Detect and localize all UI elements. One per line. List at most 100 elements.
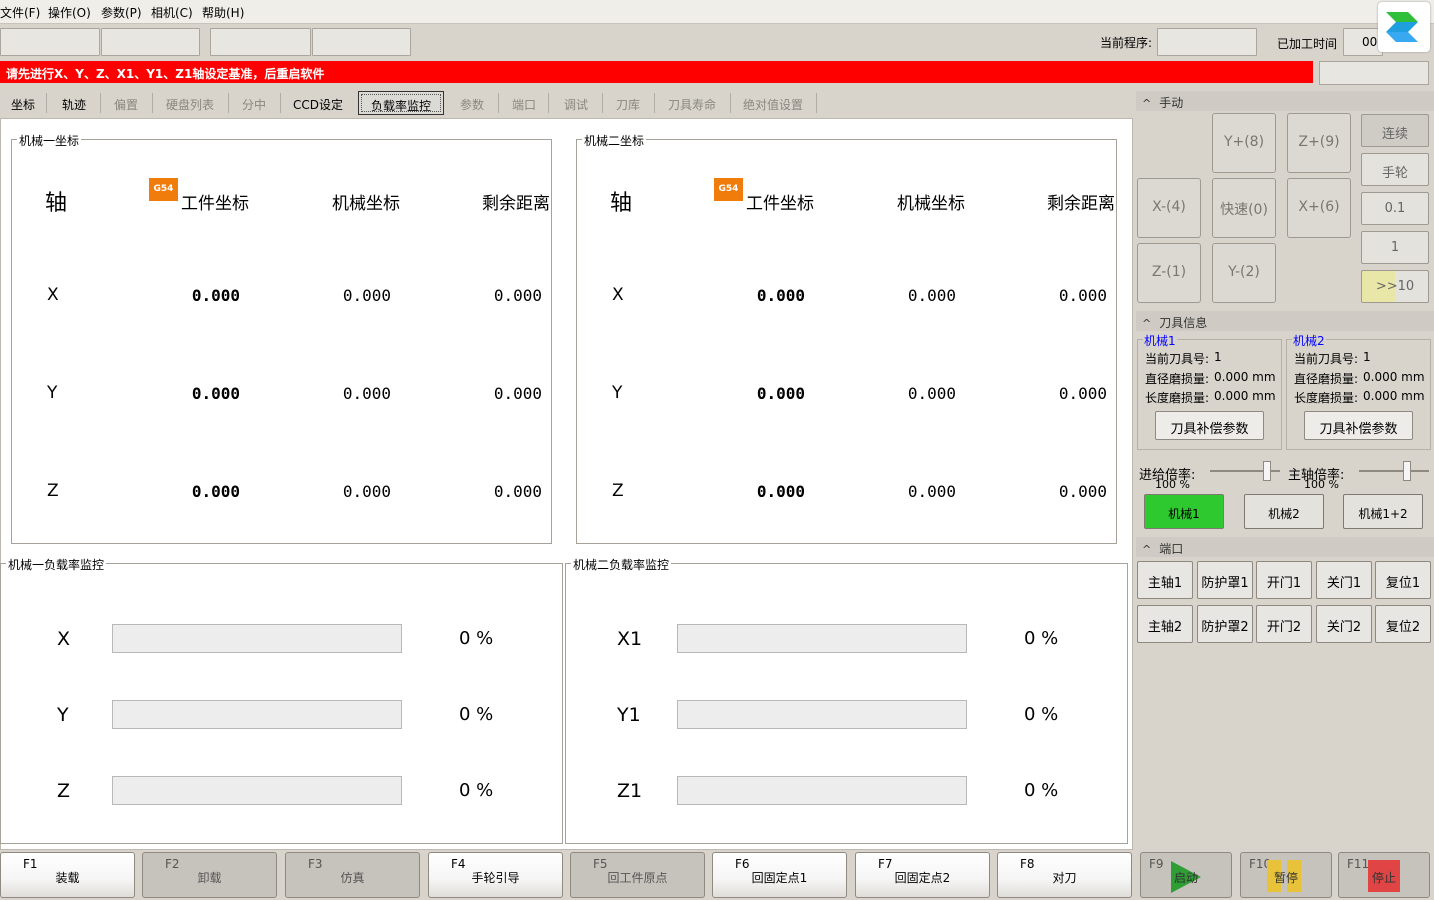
status-box-3 — [210, 28, 311, 56]
col-work-header: 工件坐标 — [746, 194, 814, 214]
tab-centering[interactable]: 分中 — [234, 91, 274, 115]
tool-comp-params-button[interactable]: 刀具补偿参数 — [1304, 411, 1413, 440]
status-box-4 — [312, 28, 411, 56]
close-door1-button[interactable]: 关门1 — [1316, 561, 1372, 599]
machine-coord-value: 0.000 — [342, 384, 391, 403]
tab-tool-life[interactable]: 刀具寿命 — [660, 91, 724, 115]
diameter-wear-value: 0.000 mm — [1214, 370, 1276, 384]
tab-absolute[interactable]: 绝对值设置 — [736, 91, 810, 115]
reset2-button[interactable]: 复位2 — [1375, 605, 1431, 643]
tab-ccd[interactable]: CCD设定 — [286, 91, 350, 115]
load-bar — [112, 624, 402, 653]
load-bar — [677, 776, 967, 805]
fkey-label: 仿真 — [340, 871, 365, 885]
jog-x-minus-button[interactable]: X-(4) — [1137, 178, 1201, 238]
mode-handwheel-button[interactable]: 手轮 — [1361, 153, 1429, 186]
manual-section-header[interactable]: ^ 手动 — [1136, 91, 1434, 111]
guard1-button[interactable]: 防护罩1 — [1197, 561, 1253, 599]
f3-simulate-button[interactable]: F3 仿真 — [285, 852, 420, 898]
load-percent: 0 % — [459, 780, 494, 801]
col-remain-header: 剩余距离 — [1047, 194, 1115, 214]
f9-start-button[interactable]: F9 启动 — [1140, 852, 1232, 898]
jog-z-plus-button[interactable]: Z+(9) — [1287, 113, 1351, 173]
spindle-rate-slider[interactable] — [1359, 470, 1429, 472]
load-axis-label: X — [57, 628, 71, 650]
f6-fixed-point1-button[interactable]: F6 回固定点1 — [712, 852, 847, 898]
load-axis-label: Z1 — [617, 780, 643, 802]
spindle1-button[interactable]: 主轴1 — [1137, 561, 1193, 599]
spindle-rate-slider-thumb[interactable] — [1403, 461, 1411, 481]
program-field — [1157, 28, 1257, 56]
load-axis-label: Y — [57, 704, 69, 726]
f8-tool-setting-button[interactable]: F8 对刀 — [997, 852, 1132, 898]
fkey-label: 回工件原点 — [607, 871, 668, 885]
feed-rate-slider-thumb[interactable] — [1263, 461, 1271, 481]
load-axis-label: X1 — [617, 628, 643, 650]
col-axis-header: 轴 — [45, 191, 68, 216]
f11-stop-button[interactable]: F11 停止 — [1338, 852, 1430, 898]
tab-track[interactable]: 轨迹 — [54, 91, 94, 115]
menu-operate[interactable]: 操作(O) — [48, 4, 91, 21]
spindle-rate-value: 100 % — [1304, 478, 1339, 491]
f7-fixed-point2-button[interactable]: F7 回固定点2 — [855, 852, 990, 898]
step-10-button[interactable]: >>10 — [1361, 270, 1429, 303]
current-tool-value: 1 — [1363, 350, 1371, 364]
spindle2-button[interactable]: 主轴2 — [1137, 605, 1193, 643]
menu-file[interactable]: 文件(F) — [0, 4, 40, 21]
step-1-button[interactable]: 1 — [1361, 231, 1429, 264]
tab-load-monitor[interactable]: 负载率监控 — [358, 91, 444, 115]
jog-z-minus-button[interactable]: Z-(1) — [1137, 243, 1201, 303]
machine1-select-button[interactable]: 机械1 — [1144, 494, 1224, 529]
tool-m2-label: 机械2 — [1292, 332, 1326, 349]
port-section-header[interactable]: ^ 端口 — [1136, 537, 1434, 557]
f10-pause-button[interactable]: F10 暂停 — [1240, 852, 1332, 898]
tab-disk-list[interactable]: 硬盘列表 — [158, 91, 222, 115]
reset1-button[interactable]: 复位1 — [1375, 561, 1431, 599]
axis-label: Z — [612, 481, 624, 501]
tab-debug[interactable]: 调试 — [556, 91, 596, 115]
tab-offset[interactable]: 偏置 — [106, 91, 146, 115]
menu-camera[interactable]: 相机(C) — [151, 4, 193, 21]
status-box-2 — [101, 28, 200, 56]
open-door1-button[interactable]: 开门1 — [1256, 561, 1312, 599]
tab-divider — [46, 93, 47, 113]
f4-handwheel-guide-button[interactable]: F4 手轮引导 — [428, 852, 563, 898]
diameter-wear-value: 0.000 mm — [1363, 370, 1425, 384]
status-box-1 — [0, 28, 100, 56]
tool-comp-params-button[interactable]: 刀具补偿参数 — [1155, 411, 1264, 440]
f2-unload-button[interactable]: F2 卸载 — [142, 852, 277, 898]
fkey-label: 卸载 — [197, 871, 222, 885]
machine12-select-button[interactable]: 机械1+2 — [1343, 494, 1423, 529]
tab-port[interactable]: 端口 — [504, 91, 544, 115]
jog-x-plus-button[interactable]: X+(6) — [1287, 178, 1351, 238]
step-0-1-button[interactable]: 0.1 — [1361, 192, 1429, 225]
menu-params[interactable]: 参数(P) — [101, 4, 142, 21]
time-label: 已加工时间 — [1277, 37, 1338, 51]
machine-coord-value: 0.000 — [342, 482, 391, 501]
menu-help[interactable]: 帮助(H) — [202, 4, 244, 21]
tab-tool-magazine[interactable]: 刀库 — [608, 91, 648, 115]
f1-load-button[interactable]: F1 装载 — [0, 852, 135, 898]
fkey-label: 停止 — [1371, 871, 1396, 885]
work-coord-value: 0.000 — [191, 384, 240, 403]
col-axis-header: 轴 — [610, 191, 633, 216]
load-bar — [677, 624, 967, 653]
tool-section-header[interactable]: ^ 刀具信息 — [1136, 311, 1434, 331]
tab-params[interactable]: 参数 — [452, 91, 492, 115]
tool-title: 刀具信息 — [1159, 316, 1208, 330]
mode-continuous-button[interactable]: 连续 — [1361, 114, 1429, 147]
guard2-button[interactable]: 防护罩2 — [1197, 605, 1253, 643]
tab-divider — [152, 93, 153, 113]
machine2-select-button[interactable]: 机械2 — [1244, 494, 1324, 529]
jog-y-plus-button[interactable]: Y+(8) — [1212, 113, 1276, 173]
jog-y-minus-button[interactable]: Y-(2) — [1212, 243, 1276, 303]
menu-bar: 文件(F) 操作(O) 参数(P) 相机(C) 帮助(H) — [0, 0, 1434, 24]
close-door2-button[interactable]: 关门2 — [1316, 605, 1372, 643]
axis-label: X — [47, 285, 59, 305]
load-axis-label: Y1 — [617, 704, 641, 726]
open-door2-button[interactable]: 开门2 — [1256, 605, 1312, 643]
jog-rapid-button[interactable]: 快速(0) — [1212, 178, 1276, 238]
f5-work-origin-button[interactable]: F5 回工件原点 — [570, 852, 705, 898]
tab-divider — [730, 93, 731, 113]
tab-coords[interactable]: 坐标 — [4, 91, 42, 115]
